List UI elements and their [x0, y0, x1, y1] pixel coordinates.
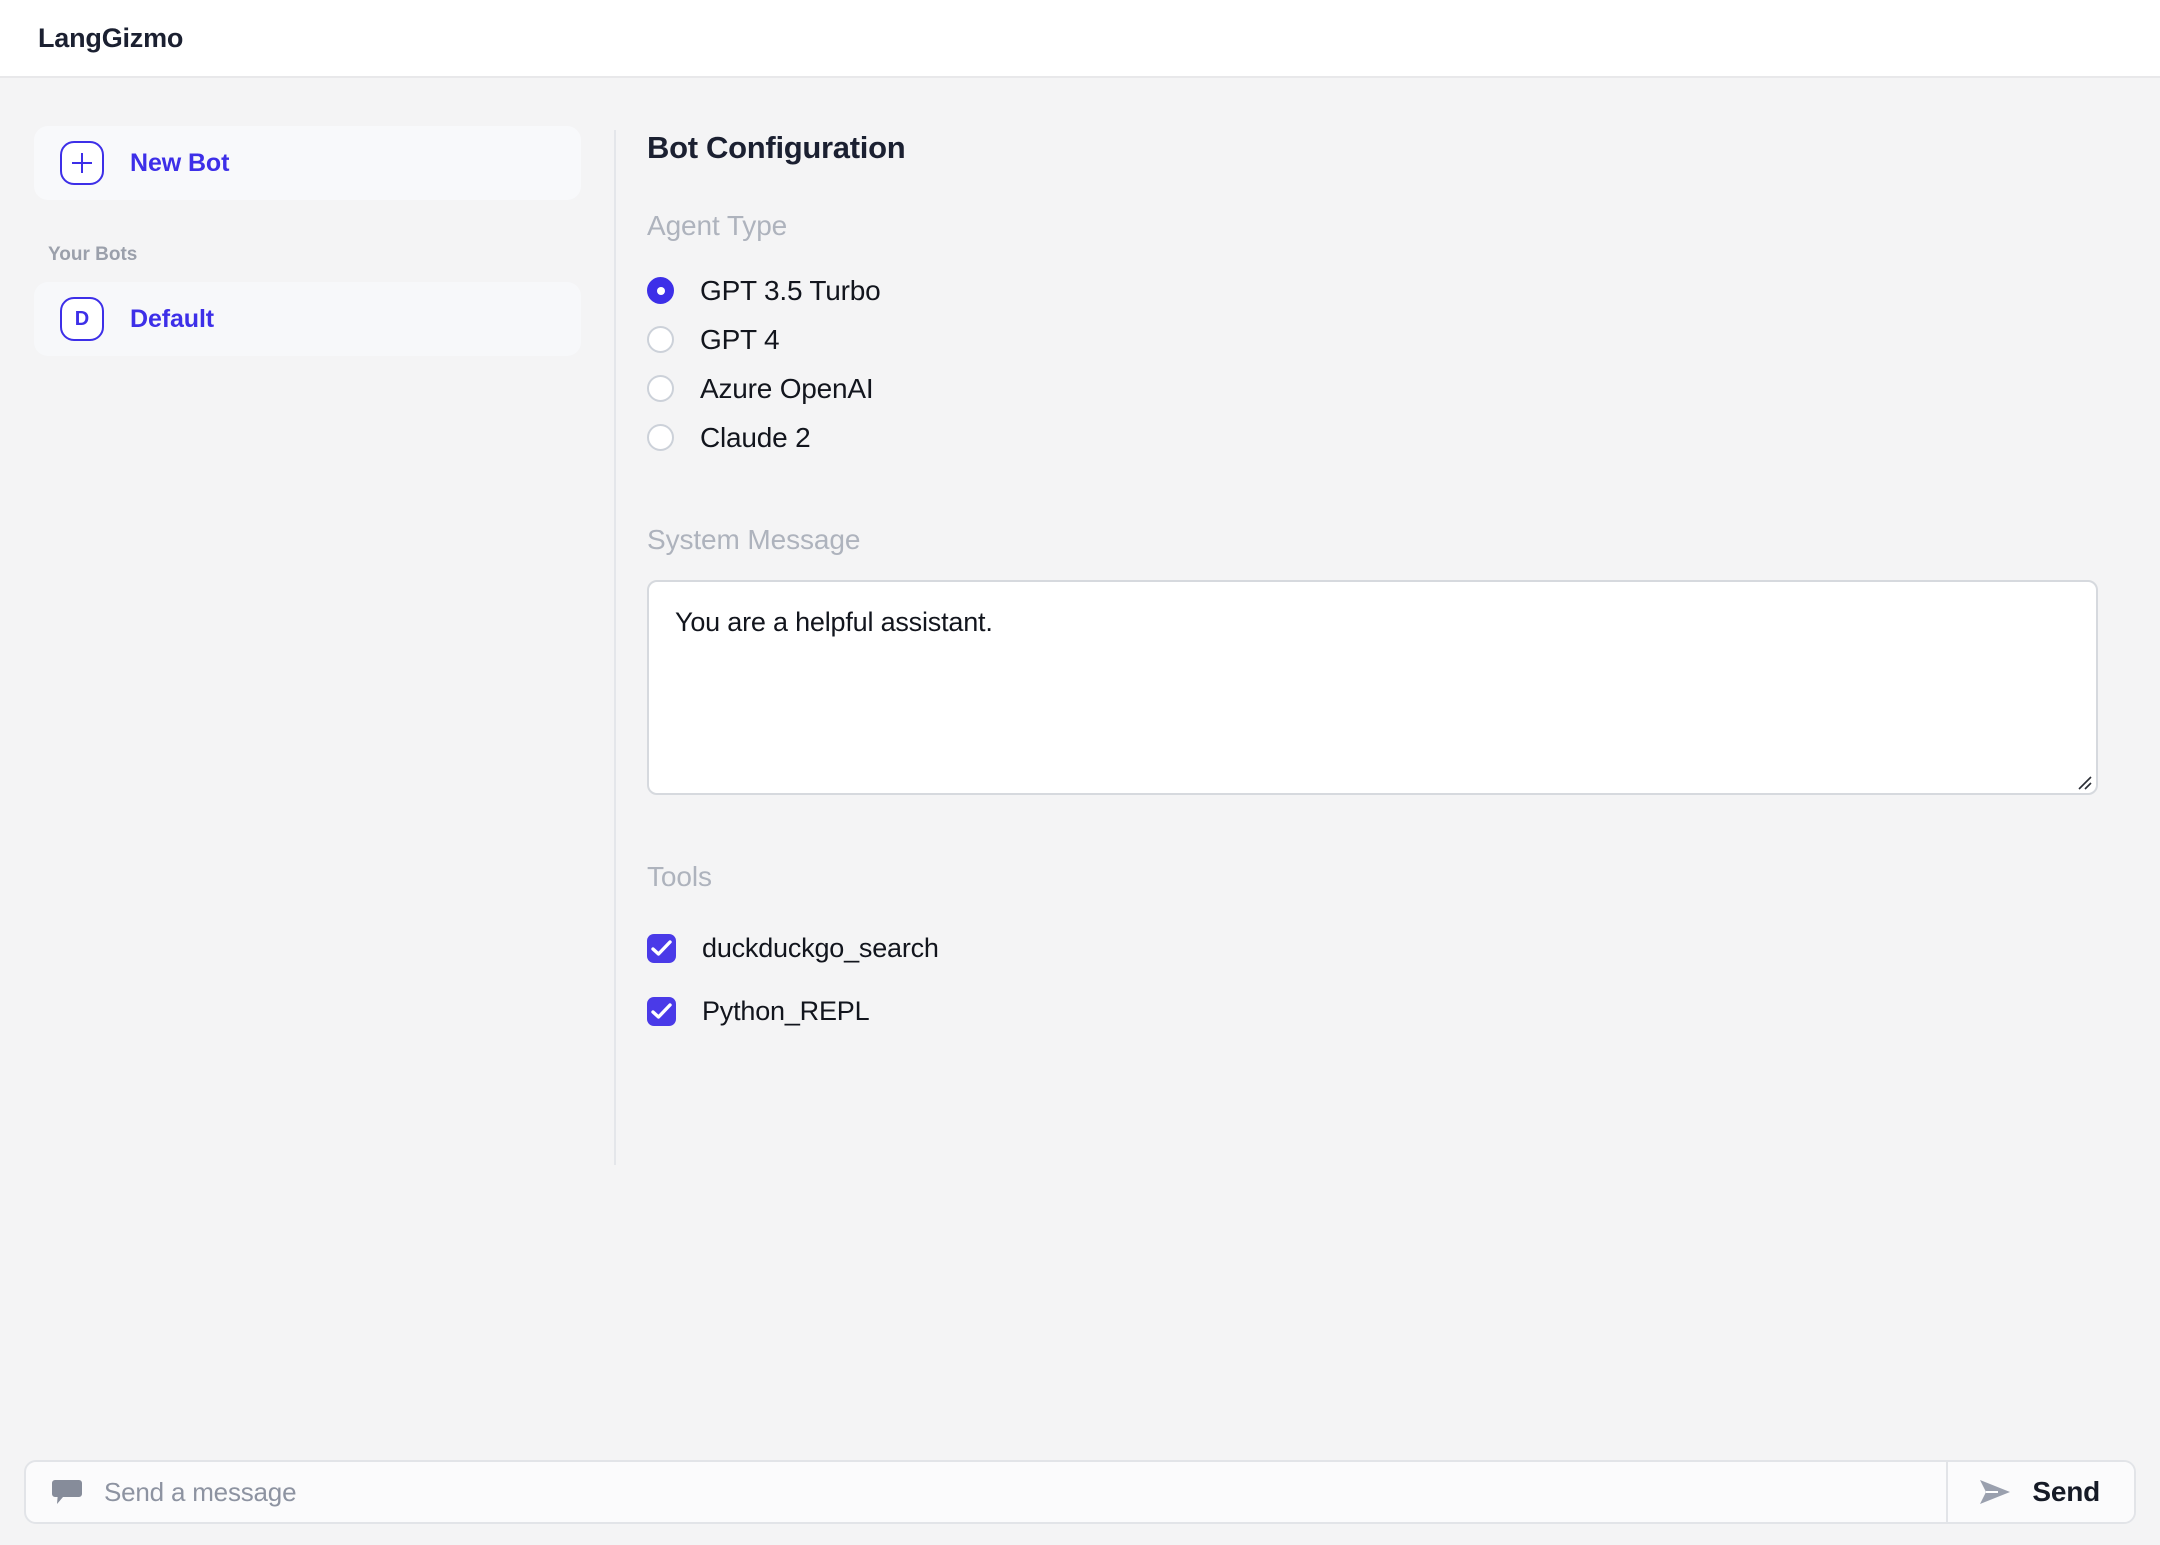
sidebar-item-label: Default [130, 304, 215, 333]
checkbox-indicator[interactable] [647, 997, 676, 1026]
chat-bubble-icon [52, 1480, 82, 1504]
radio-option-gpt35[interactable]: GPT 3.5 Turbo [647, 266, 2160, 315]
page-title: Bot Configuration [647, 130, 906, 165]
sidebar: New Bot Your Bots D Default [0, 78, 615, 1439]
app-root: LangGizmo New Bot Your Bots D Default Bo… [0, 0, 2160, 1545]
radio-label: Claude 2 [700, 421, 811, 453]
main-panel: Bot Configuration Agent Type GPT 3.5 Tur… [615, 78, 2160, 1439]
send-button[interactable]: Send [1946, 1462, 2134, 1522]
radio-indicator[interactable] [647, 424, 674, 451]
sidebar-item-default-bot[interactable]: D Default [34, 282, 581, 356]
bot-avatar-letter: D [74, 308, 90, 330]
radio-indicator[interactable] [647, 277, 674, 304]
check-icon [651, 940, 672, 956]
message-input[interactable] [104, 1476, 1947, 1508]
radio-option-claude2[interactable]: Claude 2 [647, 413, 2160, 462]
radio-indicator[interactable] [647, 375, 674, 402]
send-button-label: Send [2032, 1476, 2100, 1507]
resize-handle-icon[interactable] [2074, 772, 2092, 790]
system-message-label: System Message [647, 524, 861, 555]
tools-label: Tools [647, 861, 712, 892]
tools-checkbox-group: duckduckgo_search Python_REPL [647, 917, 2160, 1043]
radio-option-gpt4[interactable]: GPT 4 [647, 315, 2160, 364]
sidebar-section-label: Your Bots [48, 244, 138, 265]
tool-option-duckduckgo-search[interactable]: duckduckgo_search [647, 917, 2160, 980]
tool-label: Python_REPL [702, 996, 870, 1026]
new-bot-button[interactable]: New Bot [34, 126, 581, 200]
tool-option-python-repl[interactable]: Python_REPL [647, 980, 2160, 1043]
message-composer: Send [0, 1439, 2160, 1545]
system-message-field [647, 580, 2160, 795]
bot-avatar: D [60, 297, 104, 341]
radio-label: Azure OpenAI [700, 372, 874, 404]
radio-indicator[interactable] [647, 326, 674, 353]
tool-label: duckduckgo_search [702, 933, 939, 963]
radio-option-azure-openai[interactable]: Azure OpenAI [647, 364, 2160, 413]
radio-label: GPT 4 [700, 323, 780, 355]
panel-divider [614, 130, 616, 1165]
app-brand-title: LangGizmo [38, 22, 184, 53]
check-icon [651, 1003, 672, 1019]
agent-type-label: Agent Type [647, 210, 788, 241]
radio-label: GPT 3.5 Turbo [700, 274, 881, 306]
agent-type-radio-group: GPT 3.5 Turbo GPT 4 Azure OpenAI Claude … [647, 266, 2160, 462]
system-message-input[interactable] [675, 604, 2070, 764]
app-body: New Bot Your Bots D Default Bot Configur… [0, 78, 2160, 1439]
system-message-box[interactable] [647, 580, 2098, 795]
composer-shell: Send [24, 1460, 2136, 1524]
new-bot-label: New Bot [130, 148, 230, 177]
checkbox-indicator[interactable] [647, 934, 676, 963]
app-header: LangGizmo [0, 0, 2160, 78]
plus-icon [60, 141, 104, 185]
send-arrow-icon [1980, 1480, 2011, 1504]
composer-input-zone[interactable] [26, 1462, 1947, 1522]
